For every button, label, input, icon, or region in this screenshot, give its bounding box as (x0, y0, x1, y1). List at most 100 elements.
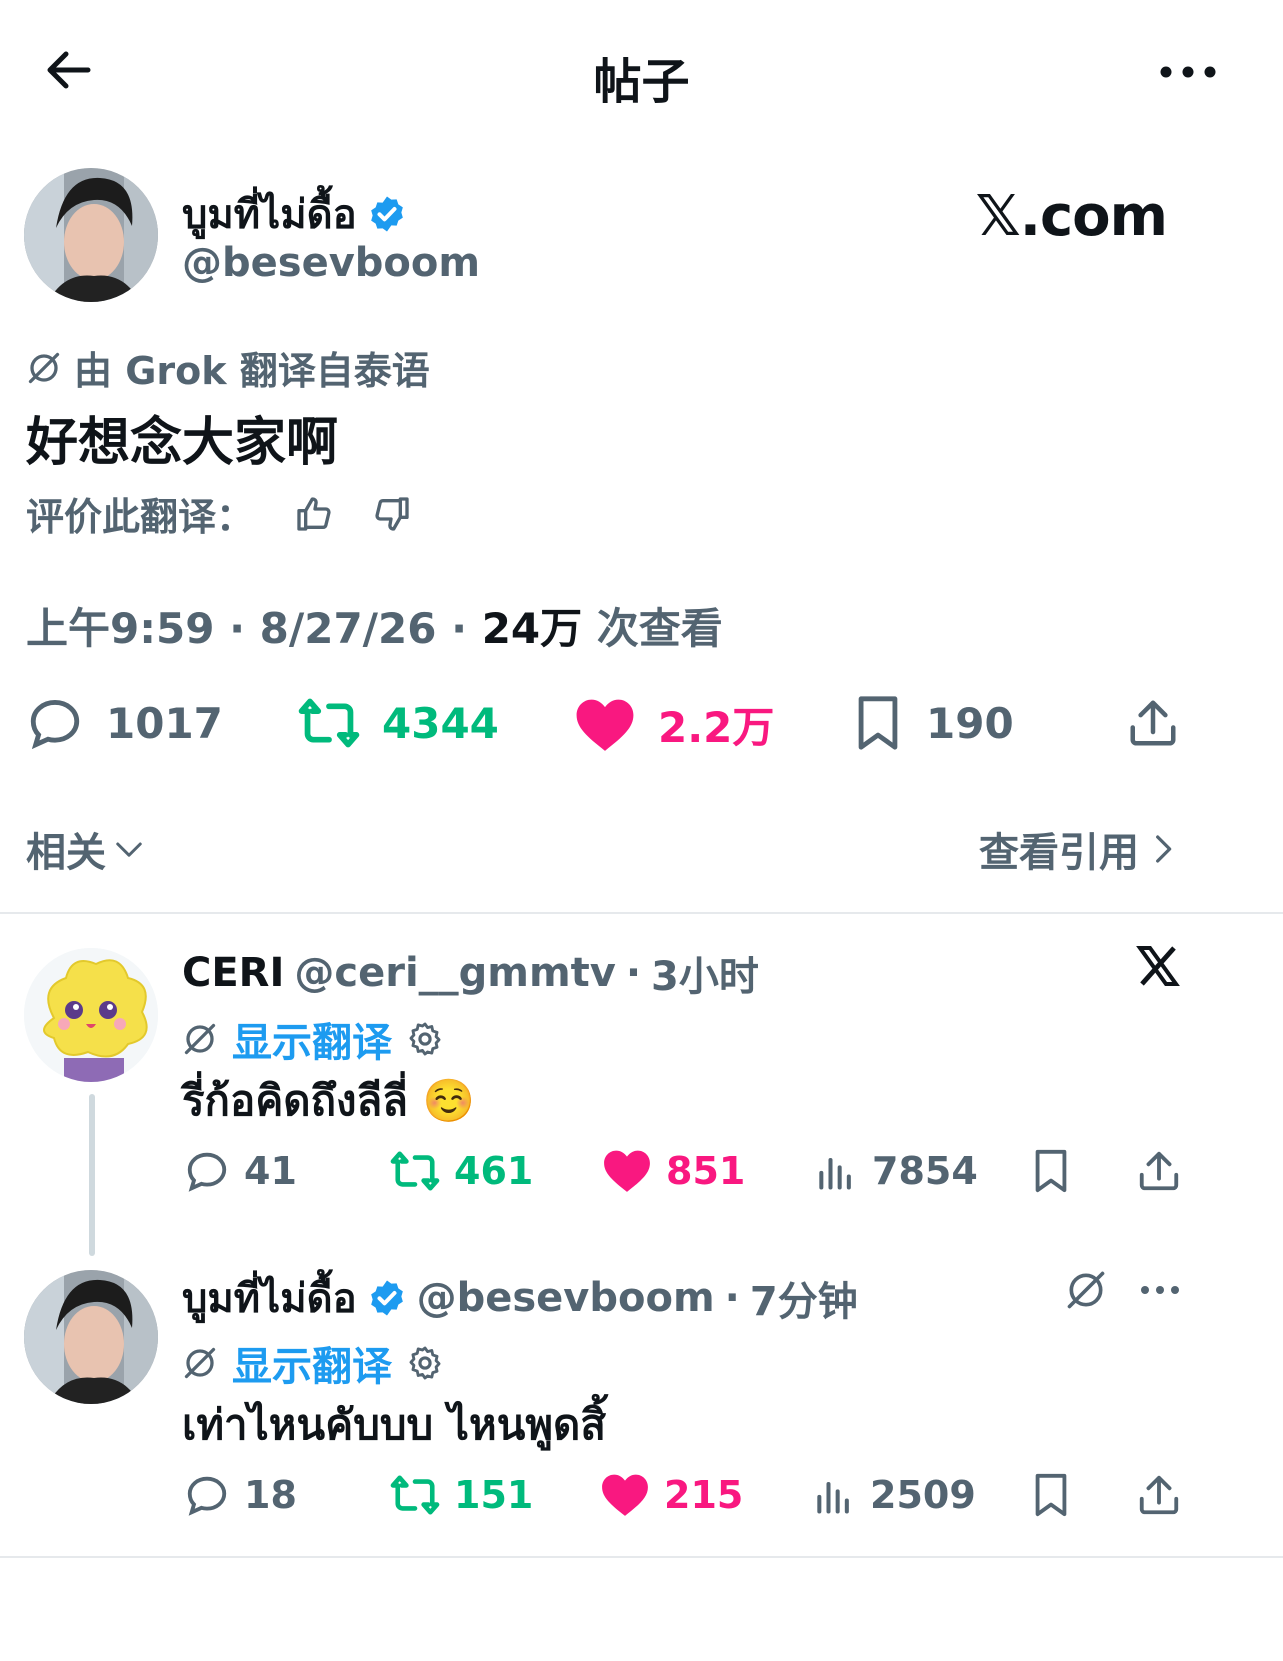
reply-text: รี่ก้อคิดถึงลีลี่ ☺️ (182, 1076, 475, 1125)
repost-count: 4344 (382, 698, 499, 748)
reply-text: เท่าไหนคับบบ ไหนพูดสิ้ (182, 1400, 606, 1449)
reply-time: 3小时 (651, 954, 759, 1000)
grok-icon (184, 1347, 216, 1379)
translation-note: 由 Grok 翻译自泰语 (26, 340, 430, 395)
reply-count: 18 (244, 1473, 297, 1517)
reply-icon (187, 1152, 227, 1192)
post-meta: 上午9:59 · 8/27/26 · 24万 次查看 (26, 604, 723, 653)
divider (0, 912, 1283, 914)
reply-author-name[interactable]: บูมที่ไม่ดื้อ (182, 1266, 357, 1330)
grok-icon (184, 1023, 216, 1055)
chevron-right-icon (1156, 835, 1172, 863)
reply-reply-button[interactable]: 41 (184, 1148, 297, 1194)
reply-avatar[interactable] (24, 1270, 158, 1404)
heart-icon (602, 1474, 648, 1516)
heart-icon (604, 1150, 650, 1192)
repost-icon (298, 698, 360, 748)
divider (0, 1556, 1283, 1558)
more-button[interactable] (1160, 66, 1216, 78)
analytics-icon (817, 1481, 849, 1514)
analytics-icon (819, 1157, 851, 1190)
grok-icon (28, 352, 60, 383)
gear-icon[interactable] (406, 1020, 444, 1058)
x-logo-icon (1134, 942, 1182, 990)
show-translation-label: 显示翻译 (232, 1020, 392, 1066)
xcom-watermark: 𝕏.com (975, 184, 1168, 249)
reply-icon (30, 700, 80, 750)
share-icon (1139, 1151, 1179, 1191)
related-label: 相关 (26, 830, 106, 876)
repost-button[interactable]: 4344 (298, 694, 499, 752)
page-title: 帖子 (593, 54, 690, 110)
views-count: 24万 (481, 604, 583, 653)
reply-author-handle[interactable]: @ceri__gmmtv (294, 950, 615, 996)
share-button[interactable] (1126, 694, 1180, 752)
verified-badge-icon (370, 1280, 403, 1316)
reply-like-button[interactable]: 851 (602, 1148, 745, 1194)
reply-author-handle[interactable]: @besevboom (417, 1275, 715, 1321)
reply-repost-button[interactable]: 461 (390, 1148, 533, 1194)
reply-share-button[interactable] (1136, 1148, 1182, 1194)
view-quotes-link[interactable]: 查看引用 (979, 820, 1173, 878)
reply-bookmark-button[interactable] (1030, 1148, 1072, 1194)
reply-like-button[interactable]: 215 (600, 1472, 743, 1518)
more-icon (1160, 66, 1216, 78)
author-photo (24, 168, 158, 302)
rate-translation: 评价此翻译： (26, 486, 412, 541)
like-button[interactable]: 2.2万 (574, 694, 774, 755)
heart-icon (576, 699, 634, 751)
author-name: บูมที่ไม่ดื้อ (182, 192, 357, 238)
post-date: 8/27/26 (259, 604, 437, 653)
related-dropdown[interactable]: 相关 (26, 820, 144, 878)
show-translation[interactable]: 显示翻译 (182, 1334, 444, 1392)
reply-button[interactable]: 1017 (26, 694, 223, 752)
bookmark-icon (1035, 1473, 1067, 1517)
repost-count: 151 (454, 1473, 534, 1517)
chevron-down-icon (116, 842, 142, 857)
avatar[interactable] (24, 168, 158, 302)
grok-icon (1067, 1271, 1105, 1309)
view-quotes-label: 查看引用 (979, 830, 1139, 876)
reply-avatar[interactable] (24, 948, 158, 1082)
reply-reply-button[interactable]: 18 (184, 1472, 297, 1518)
show-translation[interactable]: 显示翻译 (182, 1010, 444, 1068)
like-count: 215 (664, 1473, 744, 1517)
repost-icon (390, 1151, 440, 1191)
reply-views-button[interactable]: 7854 (814, 1148, 978, 1194)
reply-author-name[interactable]: CERI (182, 950, 284, 996)
like-count: 2.2万 (658, 703, 775, 752)
reply-repost-button[interactable]: 151 (390, 1472, 533, 1518)
thumbs-down-icon (375, 496, 409, 531)
views-label: 次查看 (596, 604, 723, 653)
reply-count: 1017 (106, 698, 223, 748)
show-translation-label: 显示翻译 (232, 1344, 392, 1390)
grok-button[interactable] (1064, 1268, 1108, 1312)
translation-note-text: 由 Grok 翻译自泰语 (74, 349, 430, 393)
rate-label: 评价此翻译： (26, 495, 255, 539)
author-name-row[interactable]: บูมที่ไม่ดื้อ (182, 182, 407, 246)
views-count: 7854 (872, 1149, 978, 1193)
repost-count: 461 (454, 1149, 534, 1193)
bookmark-count: 190 (926, 698, 1014, 748)
reply-bookmark-button[interactable] (1030, 1472, 1072, 1518)
reply-more-button[interactable] (1140, 1284, 1180, 1296)
author-photo (24, 1270, 158, 1404)
reply-icon (187, 1476, 227, 1516)
gear-icon[interactable] (406, 1344, 444, 1382)
reply-share-button[interactable] (1136, 1472, 1182, 1518)
thumbs-down-button[interactable] (372, 494, 412, 534)
like-count: 851 (666, 1149, 746, 1193)
reply-header: บูมที่ไม่ดื้อ @besevboom · 7分钟 (182, 1266, 858, 1330)
thread-line (89, 1094, 95, 1256)
bookmark-icon (858, 696, 898, 750)
bookmark-button[interactable]: 190 (852, 694, 1014, 752)
author-handle[interactable]: @besevboom (182, 240, 480, 286)
repost-icon (390, 1475, 440, 1515)
thumbs-up-button[interactable] (294, 494, 334, 534)
reply-count: 41 (244, 1149, 297, 1193)
mascot-avatar (24, 948, 158, 1082)
more-icon (1141, 1286, 1179, 1294)
share-icon (1130, 700, 1176, 746)
reply-views-button[interactable]: 2509 (812, 1472, 976, 1518)
reply-header: CERI @ceri__gmmtv · 3小时 (182, 944, 759, 1002)
